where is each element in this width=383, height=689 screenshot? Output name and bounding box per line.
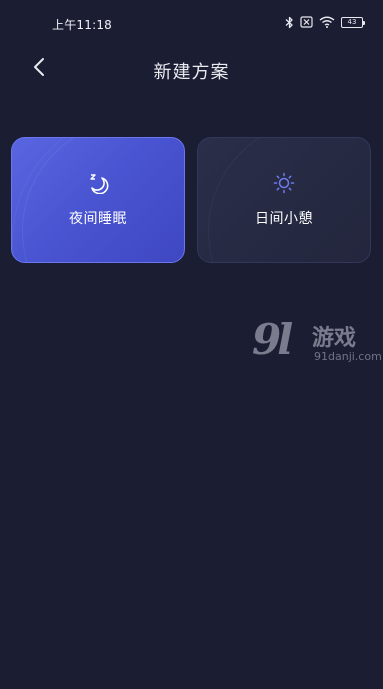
watermark-logo-mark: 9l [252, 315, 293, 364]
status-bar: 上午11:18 43 [0, 0, 383, 44]
plan-label: 夜间睡眠 [69, 211, 127, 227]
watermark-url: 91danji.com [314, 350, 382, 363]
nav-bar: 新建方案 [0, 48, 383, 92]
page-title: 新建方案 [153, 62, 230, 83]
bluetooth-icon [285, 16, 294, 29]
status-icons: 43 [285, 14, 365, 30]
plan-card-day-nap[interactable]: 日间小憩 [197, 137, 371, 263]
battery-icon: 43 [341, 16, 365, 28]
plan-card-night-sleep[interactable]: 夜间睡眠 [11, 137, 185, 263]
moon-zzz-icon [87, 172, 109, 198]
watermark-text: 游戏 [312, 326, 357, 351]
sun-icon [273, 172, 295, 198]
plan-label: 日间小憩 [255, 211, 313, 227]
sim-off-icon [300, 16, 313, 28]
status-time: 上午11:18 [52, 18, 112, 32]
watermark-logo: 9l 游戏 91danji.com [252, 318, 382, 370]
wifi-icon [319, 16, 335, 28]
